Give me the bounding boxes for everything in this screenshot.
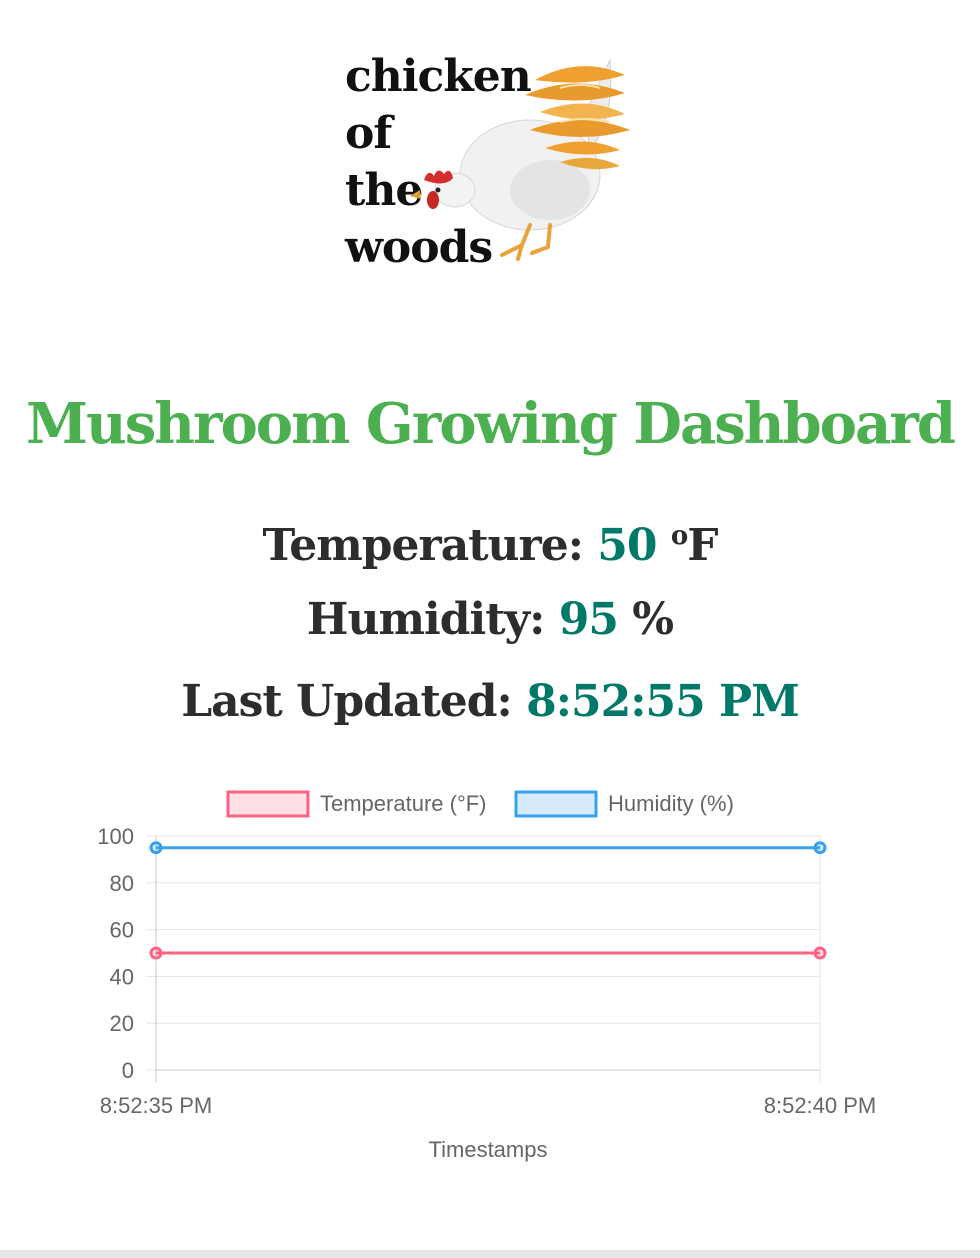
degree-symbol: o — [670, 521, 688, 551]
last-updated-label: Last Updated: — [181, 676, 513, 727]
x-tick-label: 8:52:40 PM — [764, 1093, 877, 1118]
temperature-readout: Temperature: 50 oF — [0, 508, 980, 574]
data-point — [813, 946, 827, 960]
y-tick-label: 80 — [110, 871, 134, 896]
y-tick-label: 100 — [97, 824, 134, 849]
humidity-label: Humidity: — [306, 594, 545, 645]
humidity-unit: % — [632, 594, 674, 645]
x-axis-title: Timestamps — [429, 1137, 548, 1162]
chicken-mushroom-icon — [410, 58, 630, 261]
last-updated-readout: Last Updated: 8:52:55 PM — [0, 674, 980, 730]
y-tick-label: 20 — [110, 1011, 134, 1036]
data-point — [149, 946, 163, 960]
x-tick-label: 8:52:35 PM — [100, 1093, 213, 1118]
temperature-unit: F — [687, 520, 718, 571]
y-tick-label: 0 — [122, 1058, 134, 1083]
page-title: Mushroom Growing Dashboard — [26, 391, 956, 457]
y-tick-label: 40 — [110, 964, 134, 989]
y-tick-label: 60 — [110, 918, 134, 943]
legend-label: Humidity (%) — [608, 791, 734, 816]
data-point — [149, 841, 163, 855]
logo: chicken of the woods — [340, 40, 650, 280]
temperature-value: 50 — [597, 520, 657, 571]
legend-label: Temperature (°F) — [320, 791, 487, 816]
last-updated-value: 8:52:55 PM — [526, 676, 800, 727]
humidity-readout: Humidity: 95 % — [0, 592, 980, 648]
bottom-scroll-edge — [0, 1250, 980, 1258]
sensor-line-chart: Temperature (°F) Humidity (%) 0 20 40 60 80 100… — [97, 790, 877, 1162]
legend-swatch — [514, 790, 598, 818]
temperature-label: Temperature: — [262, 520, 584, 571]
data-point — [813, 841, 827, 855]
legend-swatch — [226, 790, 310, 818]
humidity-value: 95 — [558, 594, 619, 645]
